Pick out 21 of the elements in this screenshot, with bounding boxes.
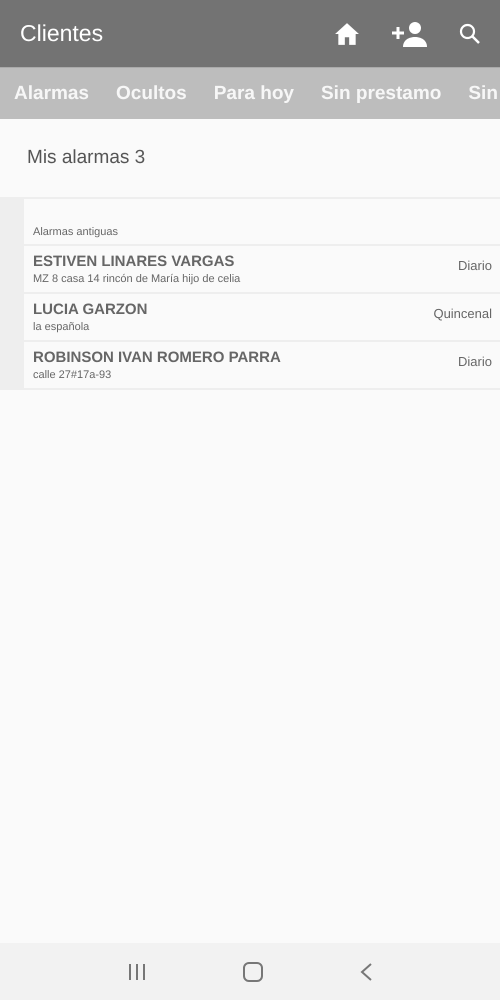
client-address: calle 27#17a-93 [33,369,112,381]
client-row[interactable]: ROBINSON IVAN ROMERO PARRA calle 27#17a-93 Diario [0,342,500,390]
section-header: Alarmas antiguas [33,226,118,238]
client-address: la española [33,321,90,333]
client-name[interactable]: ESTIVEN LINARES VARGAS [33,253,458,270]
recent-apps-icon[interactable] [127,962,148,980]
back-icon[interactable] [358,962,373,982]
home-button-icon[interactable] [242,960,264,982]
add-person-icon[interactable] [390,20,428,46]
client-name[interactable]: LUCIA GARZON [33,301,434,318]
search-icon[interactable] [458,22,482,46]
app-title: Clientes [20,20,104,47]
client-name[interactable]: ROBINSON IVAN ROMERO PARRA [33,349,458,366]
client-row[interactable]: LUCIA GARZON la española Quincenal [0,294,500,342]
client-row[interactable]: ESTIVEN LINARES VARGAS MZ 8 casa 14 rincón de María hijo de celia Diario [0,246,500,294]
payment-frequency: Diario [458,258,492,273]
payment-frequency: Quincenal [433,306,492,321]
alarm-count: Mis alarmas 3 [27,147,146,169]
payment-frequency: Diario [458,354,492,369]
client-address: MZ 8 casa 14 rincón de María hijo de celia [33,273,242,285]
home-icon[interactable] [334,22,360,46]
